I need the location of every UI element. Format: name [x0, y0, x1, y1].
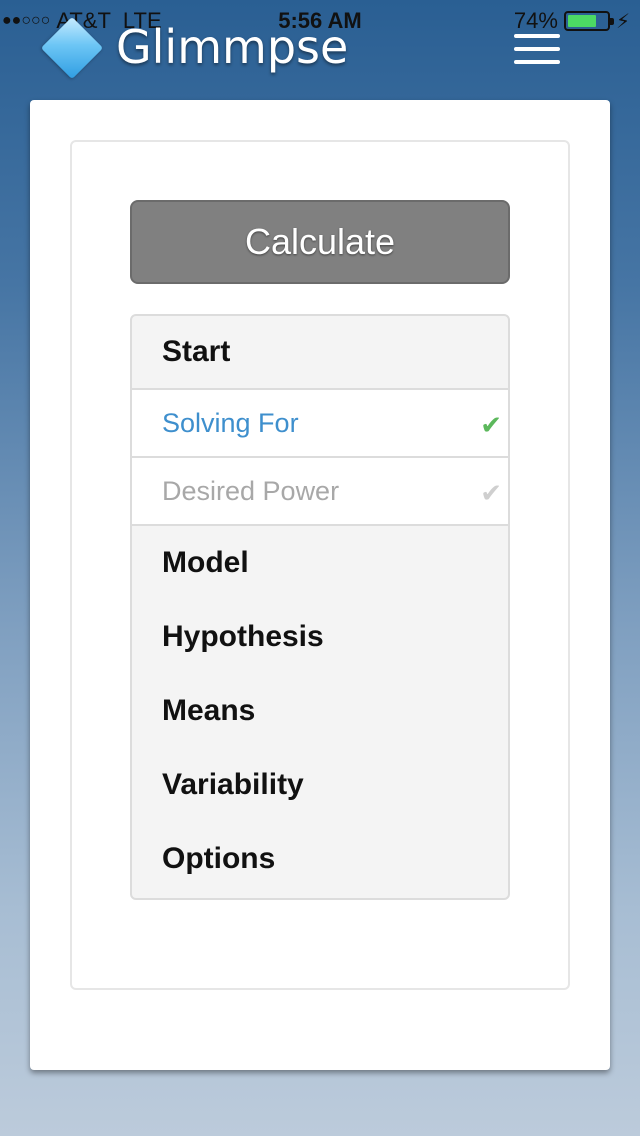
battery-icon: [563, 11, 614, 31]
nav-item-label: Solving For: [162, 407, 299, 438]
nav-item-label: Model: [162, 546, 249, 579]
main-card: Calculate Start Solving For ✔ Desired Po…: [30, 100, 610, 1070]
nav-item-label: Desired Power: [162, 475, 340, 506]
app-title: Glimmpse: [116, 20, 349, 74]
nav-item-options[interactable]: Options: [132, 822, 508, 896]
calculate-button[interactable]: Calculate: [130, 200, 510, 284]
nav-item-means[interactable]: Means: [132, 674, 508, 748]
nav-item-solving-for[interactable]: Solving For ✔: [132, 390, 508, 458]
battery-percent: 74%: [513, 8, 558, 33]
nav-item-label: Means: [162, 694, 256, 727]
nav-item-hypothesis[interactable]: Hypothesis: [132, 600, 508, 674]
hamburger-menu-button[interactable]: [514, 34, 560, 64]
nav-item-label: Hypothesis: [162, 620, 324, 653]
charging-bolt-icon: ⚡: [615, 10, 630, 33]
navigation-list: Start Solving For ✔ Desired Power ✔ Mode…: [130, 314, 510, 900]
check-complete-icon: ✔: [480, 410, 502, 440]
menu-bar-icon: [514, 60, 560, 64]
nav-item-variability[interactable]: Variability: [132, 748, 508, 822]
nav-item-start[interactable]: Start: [132, 316, 508, 390]
nav-item-label: Variability: [162, 768, 304, 801]
nav-item-desired-power[interactable]: Desired Power ✔: [132, 458, 508, 526]
nav-item-label: Options: [162, 842, 276, 875]
nav-item-label: Start: [162, 335, 231, 368]
nav-item-model[interactable]: Model: [132, 526, 508, 600]
battery-fill: [567, 15, 597, 27]
inner-panel: Calculate Start Solving For ✔ Desired Po…: [70, 140, 570, 990]
menu-bar-icon: [514, 47, 560, 51]
check-incomplete-icon: ✔: [480, 478, 502, 508]
menu-bar-icon: [514, 34, 560, 38]
battery-status: 74% ⚡: [514, 8, 630, 34]
